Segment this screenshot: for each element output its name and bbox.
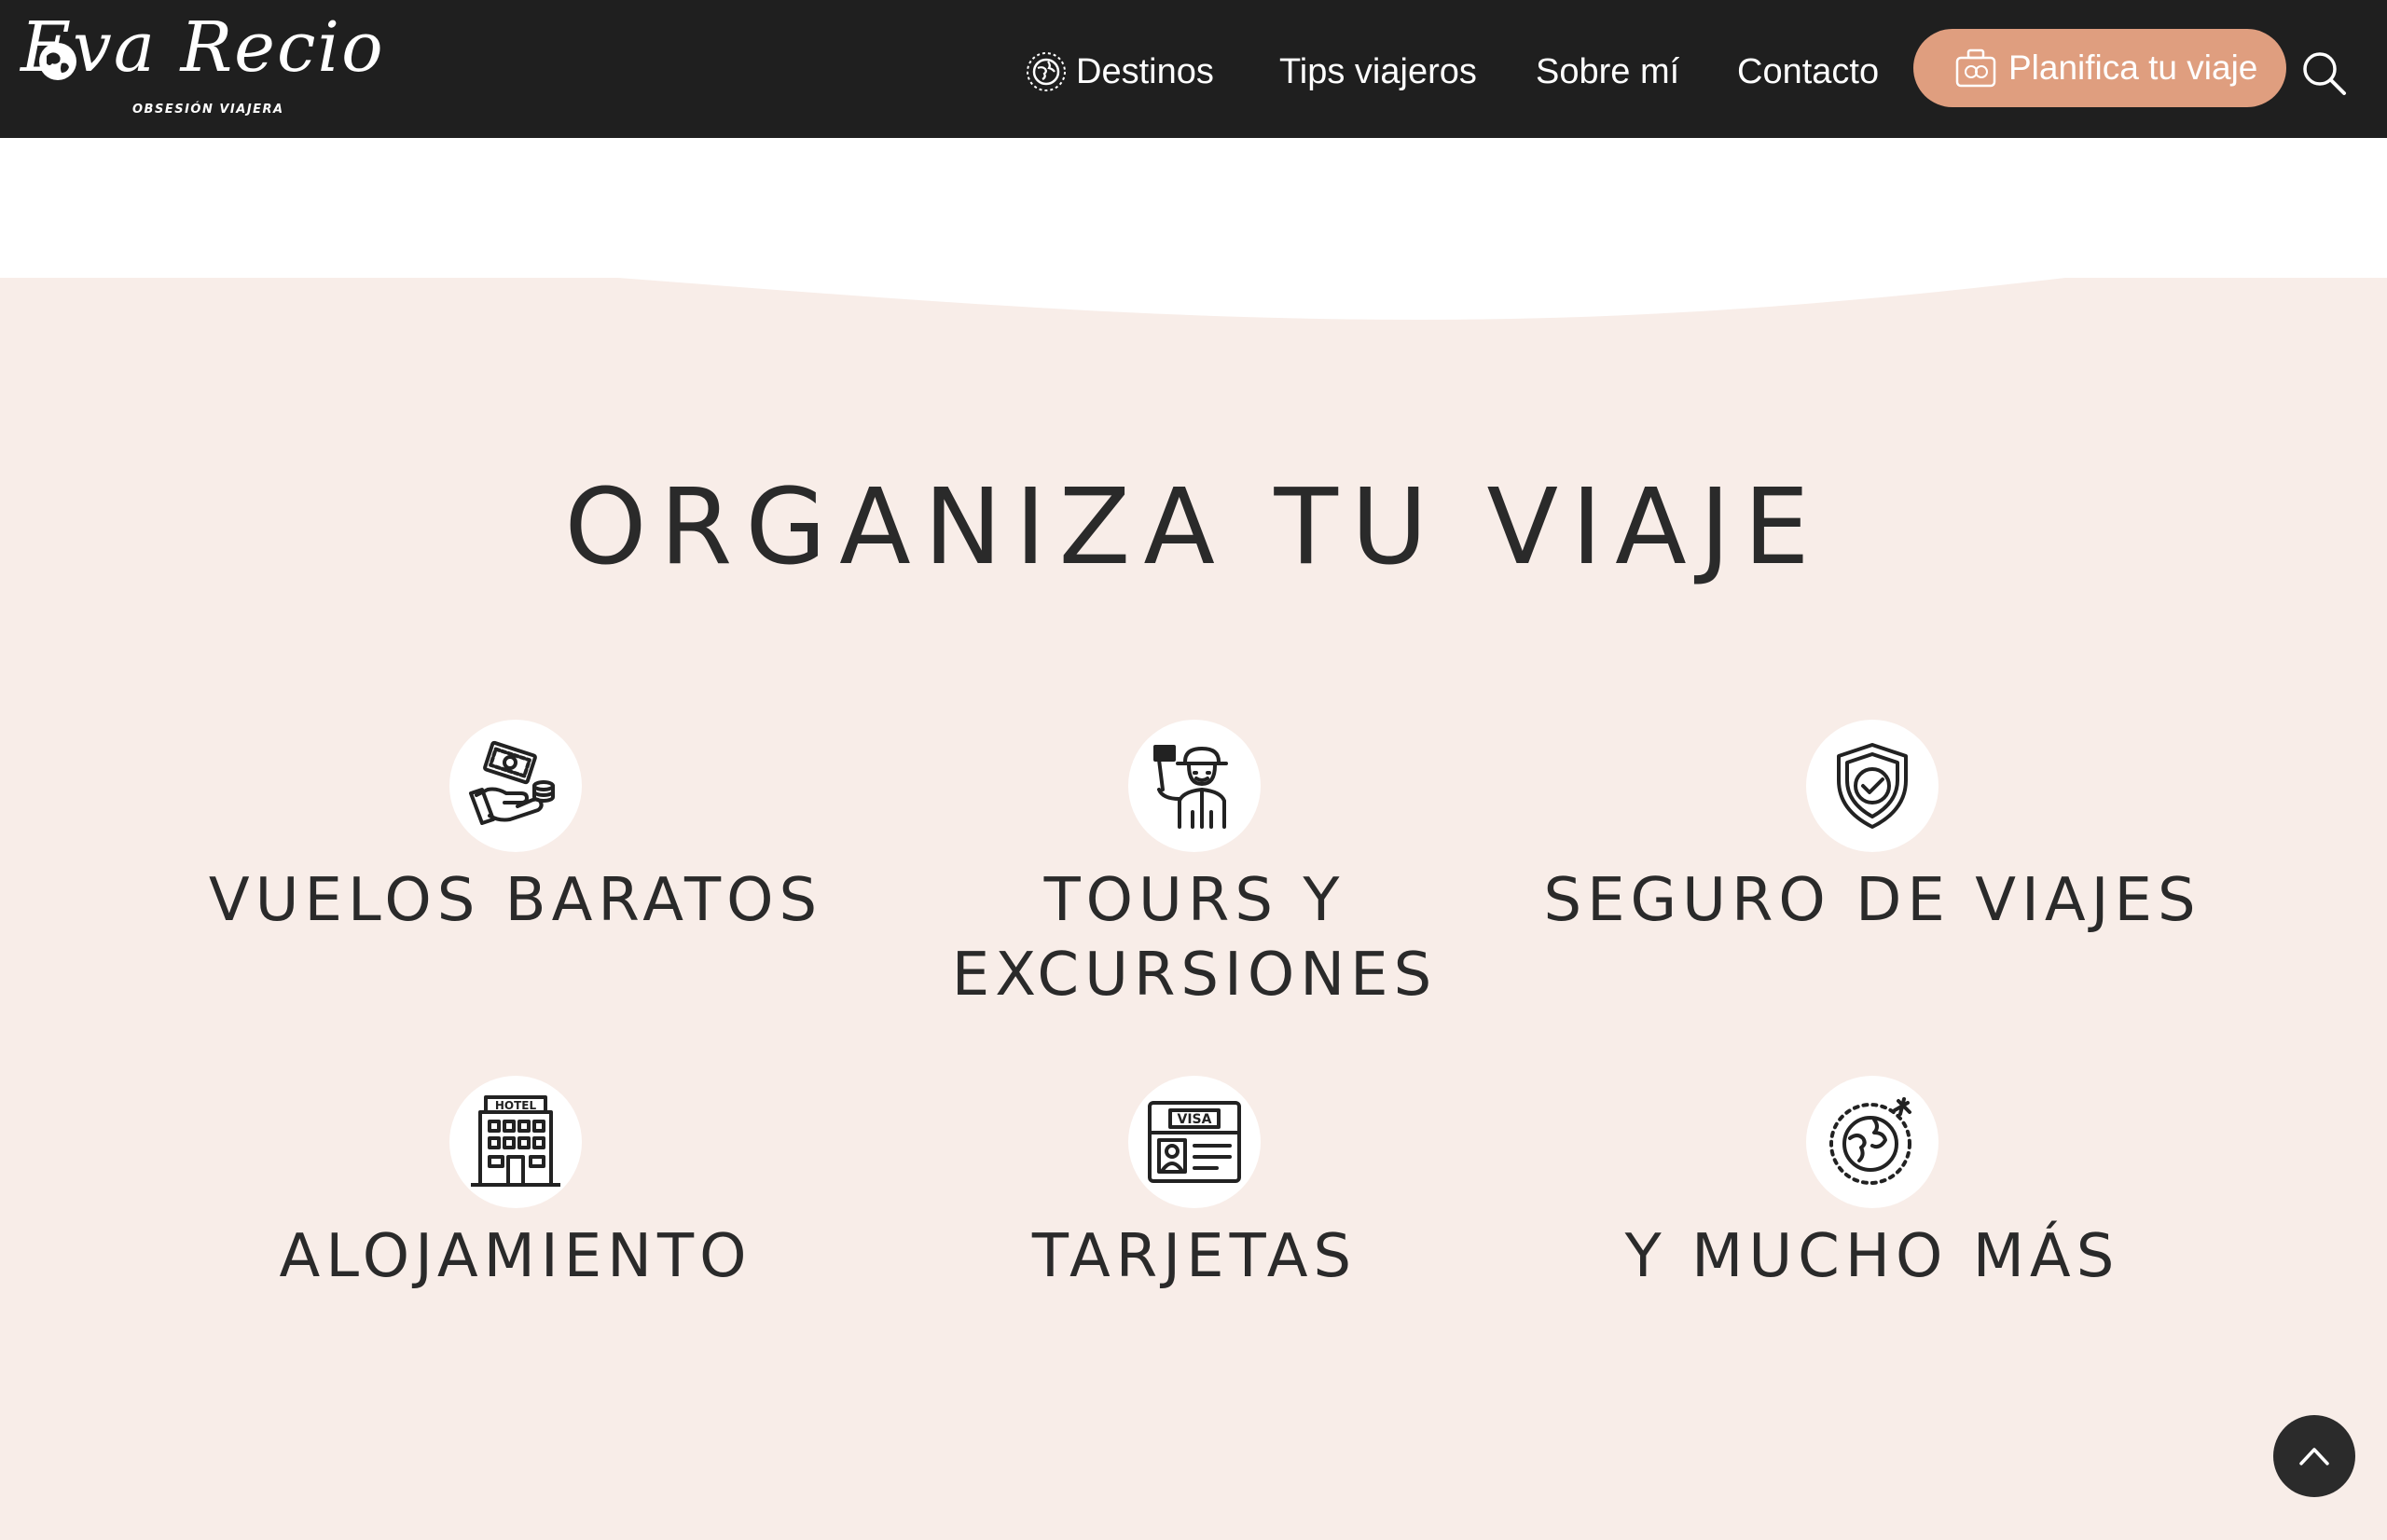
service-item-tarjetas[interactable]: VISA TARJETAS <box>859 1076 1530 1294</box>
brand-tagline: OBSESIÓN VIAJERA <box>132 103 284 117</box>
service-icon-circle: HOTEL <box>449 1076 582 1208</box>
nav-label: Tips viajeros <box>1279 51 1477 91</box>
visa-sign: VISA <box>1178 1112 1212 1127</box>
service-icon-circle <box>449 720 582 852</box>
service-label: TARJETAS <box>1031 1222 1358 1291</box>
service-label: SEGURO DE VIAJES <box>1543 866 2201 935</box>
service-label: VUELOS BARATOS <box>208 866 823 935</box>
scroll-to-top-button[interactable] <box>2273 1415 2355 1497</box>
brand-logo[interactable]: Eva Recio OBSESIÓN VIAJERA <box>21 13 383 123</box>
wave-divider <box>0 231 2387 320</box>
nav-item-contacto[interactable]: Contacto <box>1737 47 1879 97</box>
globe-icon <box>39 43 76 80</box>
search-icon[interactable] <box>2299 48 2348 97</box>
shield-check-icon <box>1837 743 1908 829</box>
service-label: Y MUCHO MÁS <box>1624 1222 2120 1291</box>
hotel-sign: HOTEL <box>495 1099 537 1112</box>
globe-icon <box>1027 52 1066 91</box>
service-icon-circle <box>1806 720 1939 852</box>
globe-plane-icon <box>1829 1097 1911 1185</box>
money-hand-icon <box>469 740 555 825</box>
service-item-alojamiento[interactable]: HOTEL ALOJAMIENTO <box>180 1076 851 1294</box>
service-icon-circle: VISA <box>1128 1076 1261 1208</box>
nav-label: Destinos <box>1076 51 1214 91</box>
service-icon-circle <box>1806 1076 1939 1208</box>
nav-label: Sobre mí <box>1536 51 1680 91</box>
section-title: ORGANIZA TU VIAJE <box>564 467 1823 588</box>
top-navbar: Eva Recio OBSESIÓN VIAJERA Destinos Tips… <box>0 0 2387 138</box>
service-label: TOURS Y EXCURSIONES <box>951 866 1438 1010</box>
nav-item-destinos[interactable]: Destinos <box>1024 47 1214 97</box>
service-item-tours[interactable]: TOURS Y EXCURSIONES <box>859 720 1530 1012</box>
service-item-vuelos[interactable]: VUELOS BARATOS <box>180 720 851 938</box>
plan-trip-button[interactable]: Planifica tu viaje <box>1913 29 2286 107</box>
nav-item-tips-viajeros[interactable]: Tips viajeros <box>1279 47 1477 97</box>
plan-trip-label: Planifica tu viaje <box>2008 48 2258 87</box>
hotel-icon: HOTEL <box>471 1095 560 1187</box>
suitcase-icon <box>1955 48 1996 88</box>
chevron-up-icon <box>2299 1448 2329 1465</box>
tour-guide-icon <box>1153 745 1228 829</box>
service-item-seguro[interactable]: SEGURO DE VIAJES <box>1537 720 2208 938</box>
service-icon-circle <box>1128 720 1261 852</box>
nav-item-sobre-mi[interactable]: Sobre mí <box>1536 47 1679 97</box>
visa-card-icon: VISA <box>1148 1101 1241 1183</box>
service-label: ALOJAMIENTO <box>279 1222 752 1291</box>
service-item-mucho-mas[interactable]: Y MUCHO MÁS <box>1537 1076 2208 1294</box>
nav-label: Contacto <box>1737 51 1880 91</box>
